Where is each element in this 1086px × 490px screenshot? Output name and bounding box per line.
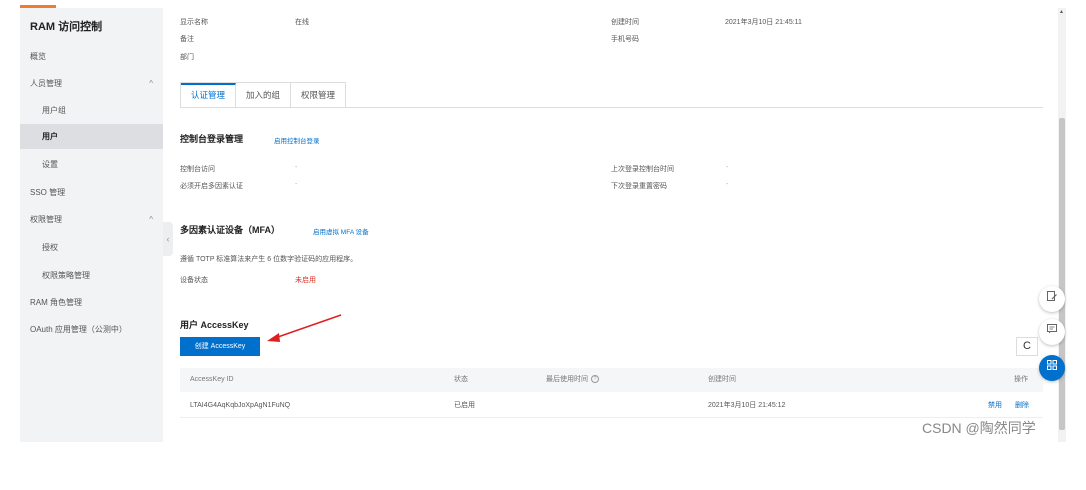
department-label: 部门 [180,54,194,61]
mfa-required-label: 必须开启多因素认证 [180,183,243,190]
enable-mfa-link[interactable]: 启用虚拟 MFA 设备 [313,226,369,236]
sidebar-item-label: 权限策略管理 [42,271,90,280]
sidebar-item-label: RAM 角色管理 [30,298,82,307]
remark-label: 备注 [180,36,194,43]
annotation-arrow [267,314,342,342]
sidebar-item-label: 人员管理 [30,79,62,88]
reset-password-value: - [726,181,729,188]
sidebar-title: RAM 访问控制 [30,21,103,33]
col-status: 状态 [454,376,468,383]
sidebar-item-groups[interactable]: 用户组 [20,98,163,123]
col-last-used: 最后使用时间? [546,368,599,392]
detail-tabs: 认证管理 加入的组 权限管理 [180,82,347,108]
main-content: 显示名称 在线 备注 部门 创建时间 2021年3月10日 21:45:11 手… [163,8,1063,442]
sidebar-item-label: 用户组 [42,106,66,115]
last-login-value: - [726,164,729,171]
delete-link[interactable]: 删除 [1015,394,1029,418]
sidebar-item-roles[interactable]: RAM 角色管理 [20,290,163,315]
tabs-divider [180,107,1043,108]
last-login-label: 上次登录控制台时间 [611,166,674,173]
sidebar-item-sso[interactable]: SSO 管理 [20,180,163,205]
sidebar-item-permissions[interactable]: 权限管理 ^ [20,207,163,232]
table-row: LTAI4G4AqKqbJoXpAgN1FuNQ 已启用 2021年3月10日 … [180,394,1043,418]
refresh-button[interactable]: C [1016,337,1038,356]
edit-icon[interactable] [1039,286,1065,312]
display-name-value: 在线 [295,19,309,26]
col-accesskey-id: AccessKey ID [190,376,234,383]
sidebar-item-settings[interactable]: 设置 [20,152,163,177]
create-accesskey-button[interactable]: 创建 AccessKey [180,337,260,356]
accesskey-id-cell: LTAI4G4AqKqbJoXpAgN1FuNQ [190,402,291,409]
sidebar-item-label: SSO 管理 [30,188,66,197]
chevron-up-icon: ^ [149,79,153,88]
enable-console-login-link[interactable]: 启用控制台登录 [274,135,320,145]
tab-groups[interactable]: 加入的组 [236,83,292,108]
created-cell: 2021年3月10日 21:45:12 [708,402,786,409]
display-name-label: 显示名称 [180,19,208,26]
chevron-up-icon: ^ [149,215,153,224]
accesskey-table-header: AccessKey ID 状态 最后使用时间? 创建时间 操作 [180,368,1043,392]
sidebar-item-label: 设置 [42,160,58,169]
console-login-title: 控制台登录管理 [180,134,244,144]
sidebar-item-label: 用户 [42,132,58,141]
disable-link[interactable]: 禁用 [988,394,1002,418]
info-icon[interactable]: ? [591,375,599,384]
console-access-value: - [295,164,298,171]
mfa-title: 多因素认证设备（MFA） [180,225,280,235]
reset-password-label: 下次登录重置密码 [611,183,667,190]
created-time-value: 2021年3月10日 21:45:11 [725,19,802,26]
sidebar-item-policies[interactable]: 权限策略管理 [20,263,163,288]
tab-auth[interactable]: 认证管理 [181,83,237,108]
sidebar-item-grants[interactable]: 授权 [20,235,163,260]
watermark: CSDN @陶然同学 [922,420,1036,436]
sidebar-item-people[interactable]: 人员管理 ^ [20,71,163,96]
sidebar-item-label: 授权 [42,243,58,252]
sidebar-item-label: OAuth 应用管理（公测中） [30,325,127,334]
sidebar-item-oauth[interactable]: OAuth 应用管理（公测中） [20,317,163,342]
created-time-label: 创建时间 [611,19,639,26]
sidebar-item-overview[interactable]: 概览 [20,44,163,69]
phone-label: 手机号码 [611,36,639,43]
mfa-required-value: - [295,181,298,188]
ram-console: { "sidebar": { "title": "RAM 访问控制", "ite… [0,0,1086,490]
tab-permissions[interactable]: 权限管理 [291,83,346,108]
device-status-value: 未启用 [295,277,316,284]
scroll-up-icon[interactable]: ▲ [1059,9,1064,15]
scrollbar-thumb[interactable] [1059,118,1065,430]
console-access-label: 控制台访问 [180,166,215,173]
status-cell: 已启用 [454,402,475,409]
col-created: 创建时间 [708,376,736,383]
col-actions: 操作 [1014,376,1028,383]
sidebar-item-label: 概览 [30,52,46,61]
chat-icon[interactable] [1039,319,1065,345]
mfa-description: 遵循 TOTP 标准算法来产生 6 位数字验证码的应用程序。 [180,256,358,263]
sidebar-item-label: 权限管理 [30,215,62,224]
device-status-label: 设备状态 [180,277,208,284]
sidebar-item-users[interactable]: 用户 [20,124,163,149]
col-last-used-label: 最后使用时间 [546,376,588,383]
accesskey-title: 用户 AccessKey [180,320,249,330]
apps-icon[interactable] [1039,355,1065,381]
sidebar: RAM 访问控制 概览 人员管理 ^ 用户组 用户 设置 SSO 管理 权限管理 ^… [20,8,163,442]
